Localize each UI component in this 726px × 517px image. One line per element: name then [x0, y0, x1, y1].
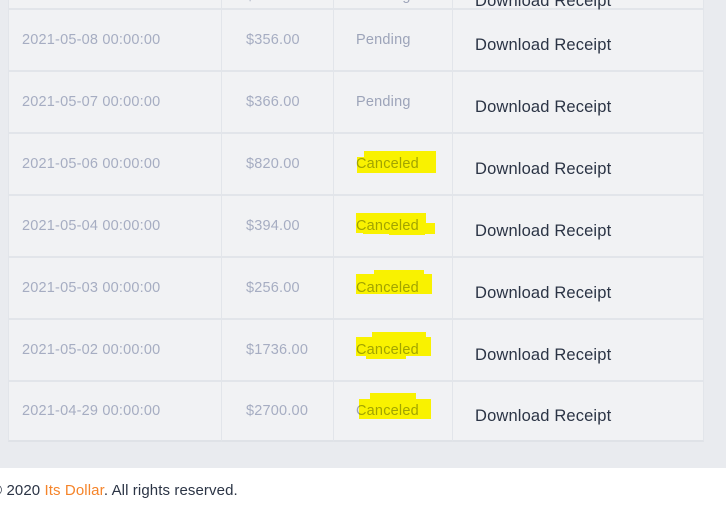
table-row[interactable]: 2021-05-03 00:00:00 $256.00 Canceled Dow… — [8, 256, 704, 318]
copyright-text: © 2020 Its Dollar. All rights reserved. — [0, 482, 238, 499]
status-badge: Canceled — [347, 393, 431, 420]
cell-action: Download Receipt — [453, 8, 704, 70]
status-badge: Canceled — [347, 270, 432, 297]
cell-status: Canceled — [334, 380, 453, 442]
page-root: 2021-05-08 00:00:00 $356.00 Pending Down… — [0, 0, 726, 517]
cell-amount: $256.00 — [222, 256, 334, 318]
download-receipt-link[interactable]: Download Receipt — [475, 407, 611, 426]
copyright-year: 2020 — [6, 482, 41, 499]
download-receipt-link[interactable]: Download Receipt — [475, 160, 611, 179]
table-row[interactable]: 2021-05-07 00:00:00 $366.00 Pending Down… — [8, 70, 704, 132]
transaction-amount: $256.00 — [246, 280, 300, 296]
brand-link[interactable]: Its Dollar — [45, 482, 104, 499]
transaction-amount: $2700.00 — [246, 403, 309, 419]
transactions-table: 2021-05-08 00:00:00 $356.00 Pending Down… — [8, 0, 704, 442]
rights-reserved-text: . All rights reserved. — [103, 482, 238, 499]
cell-amount: $820.00 — [222, 132, 334, 194]
status-badge: Canceled — [347, 151, 436, 173]
transaction-amount: $356.00 — [246, 32, 300, 48]
cell-amount: $356.00 — [222, 0, 334, 8]
cell-status: Canceled — [334, 318, 453, 380]
transaction-date: 2021-05-04 00:00:00 — [22, 218, 161, 234]
transaction-amount: $356.00 — [235, 0, 300, 4]
cell-date: 2021-05-03 00:00:00 — [8, 256, 222, 318]
download-receipt-link[interactable]: Download Receipt — [475, 222, 611, 241]
table-row[interactable]: 2021-05-04 00:00:00 $394.00 Canceled Dow… — [8, 194, 704, 256]
download-receipt-link[interactable]: Download Receipt — [475, 98, 611, 117]
page-footer: © 2020 Its Dollar. All rights reserved. — [0, 468, 726, 517]
status-label: Canceled — [356, 156, 419, 172]
download-receipt-link[interactable]: Download Receipt — [475, 36, 611, 55]
status-badge: Pending — [347, 93, 411, 111]
cell-amount: $2700.00 — [222, 380, 334, 442]
cell-date: 2021-05-08 00:00:00 — [8, 8, 222, 70]
cell-amount: $356.00 — [222, 8, 334, 70]
cell-action: Download Receipt — [453, 0, 704, 11]
cell-date: 2021-05-07 00:00:00 — [8, 70, 222, 132]
cell-date: 2021-04-29 00:00:00 — [8, 380, 222, 442]
transaction-date: 2021-05-03 00:00:00 — [22, 280, 161, 296]
status-label: Canceled — [356, 218, 419, 234]
status-label: Canceled — [356, 280, 419, 296]
cell-action: Download Receipt — [453, 132, 704, 194]
cell-date: 2021-05-08 00:00:00 — [8, 0, 222, 8]
cell-amount: $1736.00 — [222, 318, 334, 380]
transaction-date: 2021-05-08 00:00:00 — [22, 0, 160, 4]
transaction-date: 2021-05-06 00:00:00 — [22, 156, 161, 172]
transaction-date: 2021-05-02 00:00:00 — [22, 342, 161, 358]
cell-action: Download Receipt — [453, 70, 704, 132]
cell-action: Download Receipt — [453, 256, 704, 318]
status-badge: Pending — [347, 31, 411, 49]
cell-date: 2021-05-02 00:00:00 — [8, 318, 222, 380]
download-receipt-link[interactable]: Download Receipt — [475, 284, 611, 303]
transactions-table-card: 2021-05-08 00:00:00 $356.00 Pending Down… — [8, 0, 704, 442]
table-row[interactable]: 2021-05-08 00:00:00 $356.00 Pending Down… — [8, 0, 704, 11]
status-label: Canceled — [356, 342, 419, 358]
transaction-amount: $820.00 — [246, 156, 300, 172]
status-label: Pending — [356, 94, 411, 110]
cell-action: Download Receipt — [453, 380, 704, 442]
table-row[interactable]: 2021-04-29 00:00:00 $2700.00 Canceled Do… — [8, 380, 704, 442]
transaction-date: 2021-05-08 00:00:00 — [22, 32, 161, 48]
status-label: Pending — [356, 0, 411, 4]
table-row[interactable]: 2021-05-02 00:00:00 $1736.00 Canceled Do… — [8, 318, 704, 380]
cell-status: Pending — [334, 0, 453, 8]
table-row[interactable]: 2021-05-08 00:00:00 $356.00 Pending Down… — [8, 8, 704, 70]
status-label: Canceled — [356, 403, 419, 419]
cell-action: Download Receipt — [453, 194, 704, 256]
transaction-date: 2021-05-07 00:00:00 — [22, 94, 161, 110]
cell-date: 2021-05-04 00:00:00 — [8, 194, 222, 256]
cell-amount: $394.00 — [222, 194, 334, 256]
cell-action: Download Receipt — [453, 318, 704, 380]
status-label: Pending — [356, 32, 411, 48]
transaction-amount: $366.00 — [246, 94, 300, 110]
cell-status: Canceled — [334, 256, 453, 318]
status-badge: Pending — [347, 0, 411, 5]
cell-status: Pending — [334, 70, 453, 132]
transaction-date: 2021-04-29 00:00:00 — [22, 403, 161, 419]
transaction-amount: $1736.00 — [246, 342, 309, 358]
table-row[interactable]: 2021-05-06 00:00:00 $820.00 Canceled Dow… — [8, 132, 704, 194]
cell-amount: $366.00 — [222, 70, 334, 132]
cell-status: Canceled — [334, 194, 453, 256]
cell-date: 2021-05-06 00:00:00 — [8, 132, 222, 194]
cell-status: Canceled — [334, 132, 453, 194]
transaction-amount: $394.00 — [246, 218, 300, 234]
status-badge: Canceled — [347, 332, 431, 359]
cell-status: Pending — [334, 8, 453, 70]
download-receipt-link[interactable]: Download Receipt — [475, 346, 611, 365]
download-receipt-link[interactable]: Download Receipt — [475, 0, 611, 11]
transactions-table-body: 2021-05-08 00:00:00 $356.00 Pending Down… — [8, 0, 704, 442]
status-badge: Canceled — [347, 213, 435, 235]
